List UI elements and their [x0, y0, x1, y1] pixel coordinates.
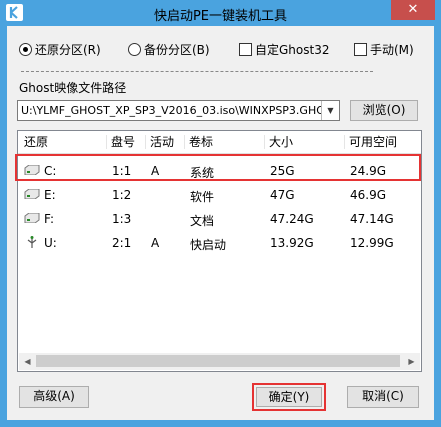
selected-row-highlight	[15, 154, 421, 181]
backup-partition-label: 备份分区(B)	[144, 42, 210, 57]
ok-button-highlight	[252, 383, 326, 411]
scroll-left-icon[interactable]: ◀	[19, 353, 36, 370]
volume-label: 快启动	[190, 238, 227, 252]
column-header-size[interactable]: 大小	[264, 135, 293, 149]
column-header-free[interactable]: 可用空间	[344, 135, 397, 149]
window-title: 快启动PE一键装机工具	[153, 9, 288, 24]
column-header-restore[interactable]: 还原	[18, 135, 48, 149]
table-row[interactable]: E: 1:2 软件 47G 46.9G	[18, 183, 421, 207]
hard-drive-icon	[24, 213, 40, 223]
partition-size: 47.24G	[270, 212, 314, 226]
table-header: 还原 盘号 活动 卷标 大小 可用空间	[18, 131, 421, 154]
image-path-value: U:\YLMF_GHOST_XP_SP3_V2016_03.iso\WINXPS…	[21, 104, 321, 117]
drive-letter: F:	[44, 212, 55, 226]
column-header-disk[interactable]: 盘号	[106, 135, 135, 149]
restore-partition-radio[interactable]: 还原分区(R)	[19, 40, 101, 58]
disk-number: 2:1	[112, 236, 132, 250]
column-header-label[interactable]: 卷标	[184, 135, 213, 149]
table-row[interactable]: U: 2:1 A 快启动 13.92G 12.99G	[18, 231, 421, 255]
free-space: 12.99G	[350, 236, 394, 250]
free-space: 46.9G	[350, 188, 387, 202]
dialog-body: 还原分区(R) 备份分区(B) 自定Ghost32 手动(M) Ghost映像文…	[7, 26, 434, 420]
manual-checkbox[interactable]: 手动(M)	[354, 40, 414, 58]
hard-drive-icon	[24, 189, 40, 199]
drive-letter: E:	[44, 188, 56, 202]
separator	[21, 71, 373, 72]
title-bar: 快启动PE一键装机工具 ✕	[0, 0, 441, 26]
checkbox-icon	[239, 42, 252, 56]
drive-letter: U:	[44, 236, 57, 250]
column-header-active[interactable]: 活动	[145, 135, 174, 149]
manual-label: 手动(M)	[370, 42, 414, 57]
volume-label: 软件	[190, 190, 215, 204]
disk-number: 1:3	[112, 212, 132, 226]
close-button[interactable]: ✕	[391, 0, 435, 20]
close-icon: ✕	[407, 2, 419, 17]
usb-drive-icon	[27, 236, 37, 248]
backup-partition-radio[interactable]: 备份分区(B)	[128, 40, 210, 58]
table-row[interactable]: F: 1:3 文档 47.24G 47.14G	[18, 207, 421, 231]
image-path-combobox[interactable]: U:\YLMF_GHOST_XP_SP3_V2016_03.iso\WINXPS…	[17, 100, 340, 121]
free-space: 47.14G	[350, 212, 394, 226]
volume-label: 文档	[190, 214, 215, 228]
radio-unchecked-icon	[128, 42, 141, 56]
active-flag: A	[151, 236, 160, 250]
chevron-down-icon[interactable]: ▼	[321, 101, 339, 120]
horizontal-scrollbar[interactable]: ◀ ▶	[19, 353, 420, 370]
radio-checked-icon	[19, 42, 32, 56]
image-path-label: Ghost映像文件路径	[19, 81, 127, 95]
restore-partition-label: 还原分区(R)	[35, 42, 101, 57]
custom-ghost-checkbox[interactable]: 自定Ghost32	[239, 40, 329, 58]
checkbox-icon	[354, 42, 367, 56]
custom-ghost-label: 自定Ghost32	[255, 42, 330, 57]
partition-size: 13.92G	[270, 236, 314, 250]
browse-button[interactable]: 浏览(O)	[350, 100, 418, 121]
advanced-button[interactable]: 高级(A)	[19, 386, 89, 408]
scroll-right-icon[interactable]: ▶	[403, 353, 420, 370]
disk-number: 1:2	[112, 188, 132, 202]
cancel-button[interactable]: 取消(C)	[347, 386, 419, 408]
scroll-thumb[interactable]	[36, 355, 400, 367]
partition-size: 47G	[270, 188, 295, 202]
